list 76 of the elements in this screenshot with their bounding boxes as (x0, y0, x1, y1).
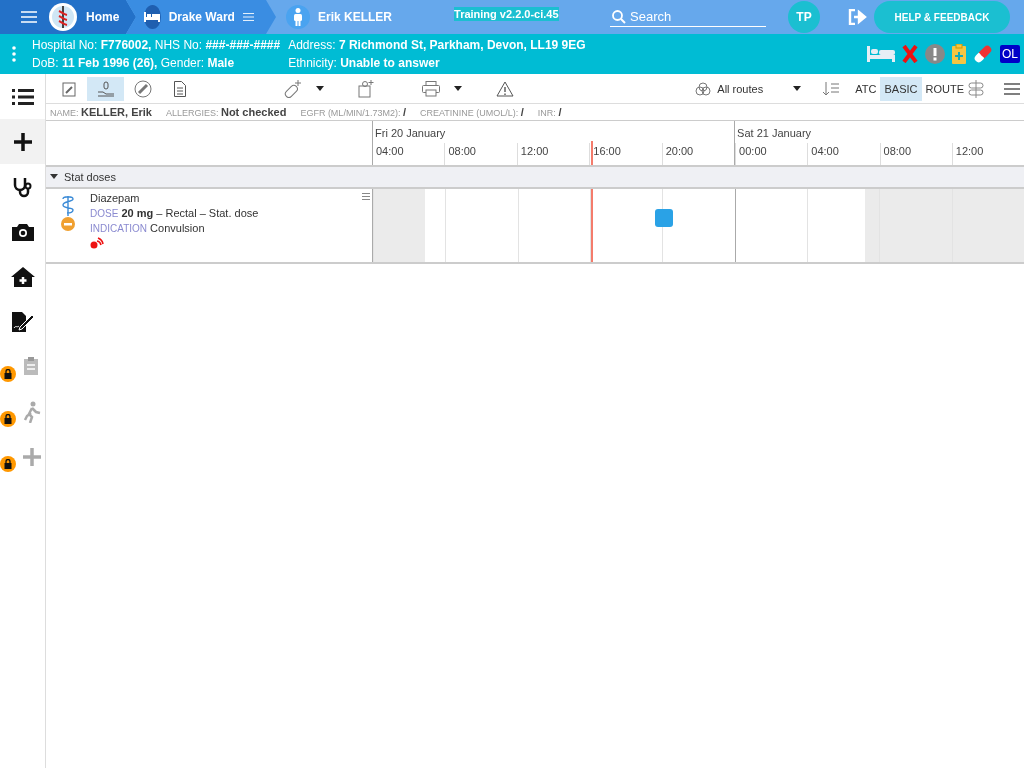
dropdown-caret-icon[interactable] (454, 86, 462, 91)
hour-label: 08:00 (444, 143, 517, 165)
group-title[interactable]: Stat doses (64, 171, 116, 183)
cross-icon[interactable] (902, 45, 918, 63)
drug-name[interactable]: Diazepam (90, 192, 259, 204)
lock-icon (0, 456, 16, 472)
indication-text: INDICATION Convulsion (90, 222, 206, 234)
add-referral-icon[interactable] (358, 79, 374, 98)
hour-label: 04:00 (807, 143, 880, 165)
route-filter-label[interactable]: All routes (717, 82, 788, 95)
home-link[interactable]: Home (86, 10, 120, 24)
search-field[interactable]: Search (630, 9, 750, 24)
patient-ethnicity-text: Ethnicity: Unable to answer (288, 56, 441, 70)
patient-info-field: ALLERGIES: Not checked (165, 106, 287, 118)
patient-info-field: NAME: KELLER, Erik (50, 106, 152, 118)
more-options-icon[interactable] (12, 46, 16, 62)
menu-icon[interactable] (242, 11, 254, 23)
warning-icon[interactable] (496, 80, 514, 97)
menu-icon[interactable] (1004, 82, 1020, 95)
group-header[interactable]: Stat doses (46, 167, 1024, 189)
search-icon[interactable] (612, 9, 626, 24)
scheduled-dose-marker[interactable] (655, 209, 673, 227)
hour-label: 12:00 (516, 143, 590, 165)
document-pen-icon[interactable] (11, 311, 34, 332)
row-menu-icon[interactable] (362, 193, 370, 200)
list-icon[interactable] (11, 87, 34, 106)
ol-badge[interactable]: OL (1000, 45, 1020, 63)
chart-icon[interactable] (61, 80, 76, 97)
routes-icon[interactable] (695, 81, 712, 96)
no-entry-icon (61, 217, 75, 231)
document-icon[interactable] (173, 80, 186, 97)
grouping-tab[interactable]: ATC (851, 76, 881, 101)
day-label: Sat 21 January (736, 126, 813, 139)
clipboard-icon[interactable] (952, 44, 966, 64)
current-time-line (591, 141, 594, 165)
expand-caret-icon[interactable] (50, 174, 58, 180)
signal-icon (90, 237, 104, 249)
hour-label: 12:00 (951, 143, 1024, 165)
hour-label: 20:00 (661, 143, 735, 165)
sort-icon[interactable] (823, 81, 840, 96)
hand-view-tab[interactable] (87, 76, 124, 101)
camera-icon[interactable] (11, 222, 34, 241)
lock-icon (0, 411, 16, 427)
add-medication-icon[interactable] (284, 79, 302, 98)
caduceus-logo-icon (48, 2, 78, 32)
patient-address-text: Address: 7 Richmond St, Parkham, Devon, LL19 9EG (288, 38, 586, 52)
hour-label: 04:00 (375, 144, 405, 159)
print-icon[interactable] (422, 80, 440, 97)
hand-pill-icon[interactable] (96, 80, 115, 97)
environment-label: Training v2.2.0-ci.45 (454, 7, 559, 21)
logout-icon[interactable] (848, 9, 868, 25)
patient-dob-text: DoB: 11 Feb 1996 (26), Gender: Male (32, 56, 236, 70)
capsule-icon[interactable] (973, 44, 993, 64)
stethoscope-icon[interactable] (11, 175, 34, 198)
dropdown-caret-icon[interactable] (793, 86, 802, 91)
patient-info-field: INR: / (537, 106, 562, 118)
person-icon (286, 5, 310, 29)
rod-of-asclepius-icon (59, 195, 77, 217)
alert-icon[interactable] (925, 44, 945, 64)
pill-icon[interactable] (133, 79, 152, 98)
dose-text: DOSE 20 mg – Rectal – Stat. dose (90, 207, 259, 219)
plus-nav-item[interactable] (0, 119, 45, 164)
house-icon[interactable] (10, 266, 35, 287)
grouping-tab[interactable]: BASIC (880, 76, 922, 101)
day-label: Fri 20 January (374, 126, 447, 139)
expand-collapse-icon[interactable] (968, 79, 984, 98)
lock-icon (0, 366, 16, 382)
plus-icon[interactable] (12, 131, 33, 152)
dropdown-caret-icon[interactable] (316, 86, 324, 91)
grouping-tab[interactable]: ROUTE (921, 76, 968, 101)
bed-icon (144, 5, 161, 29)
patient-info-field: CREATININE (UMOL/L): / (419, 106, 524, 118)
hour-label: 00:00 (735, 143, 808, 165)
patient-info-field: EGFR (ML/MIN/1.73M2): / (300, 106, 406, 118)
patient-ids-text: Hospital No: F776002, NHS No: ###-###-#### (32, 38, 281, 52)
hour-label: 08:00 (879, 143, 952, 165)
